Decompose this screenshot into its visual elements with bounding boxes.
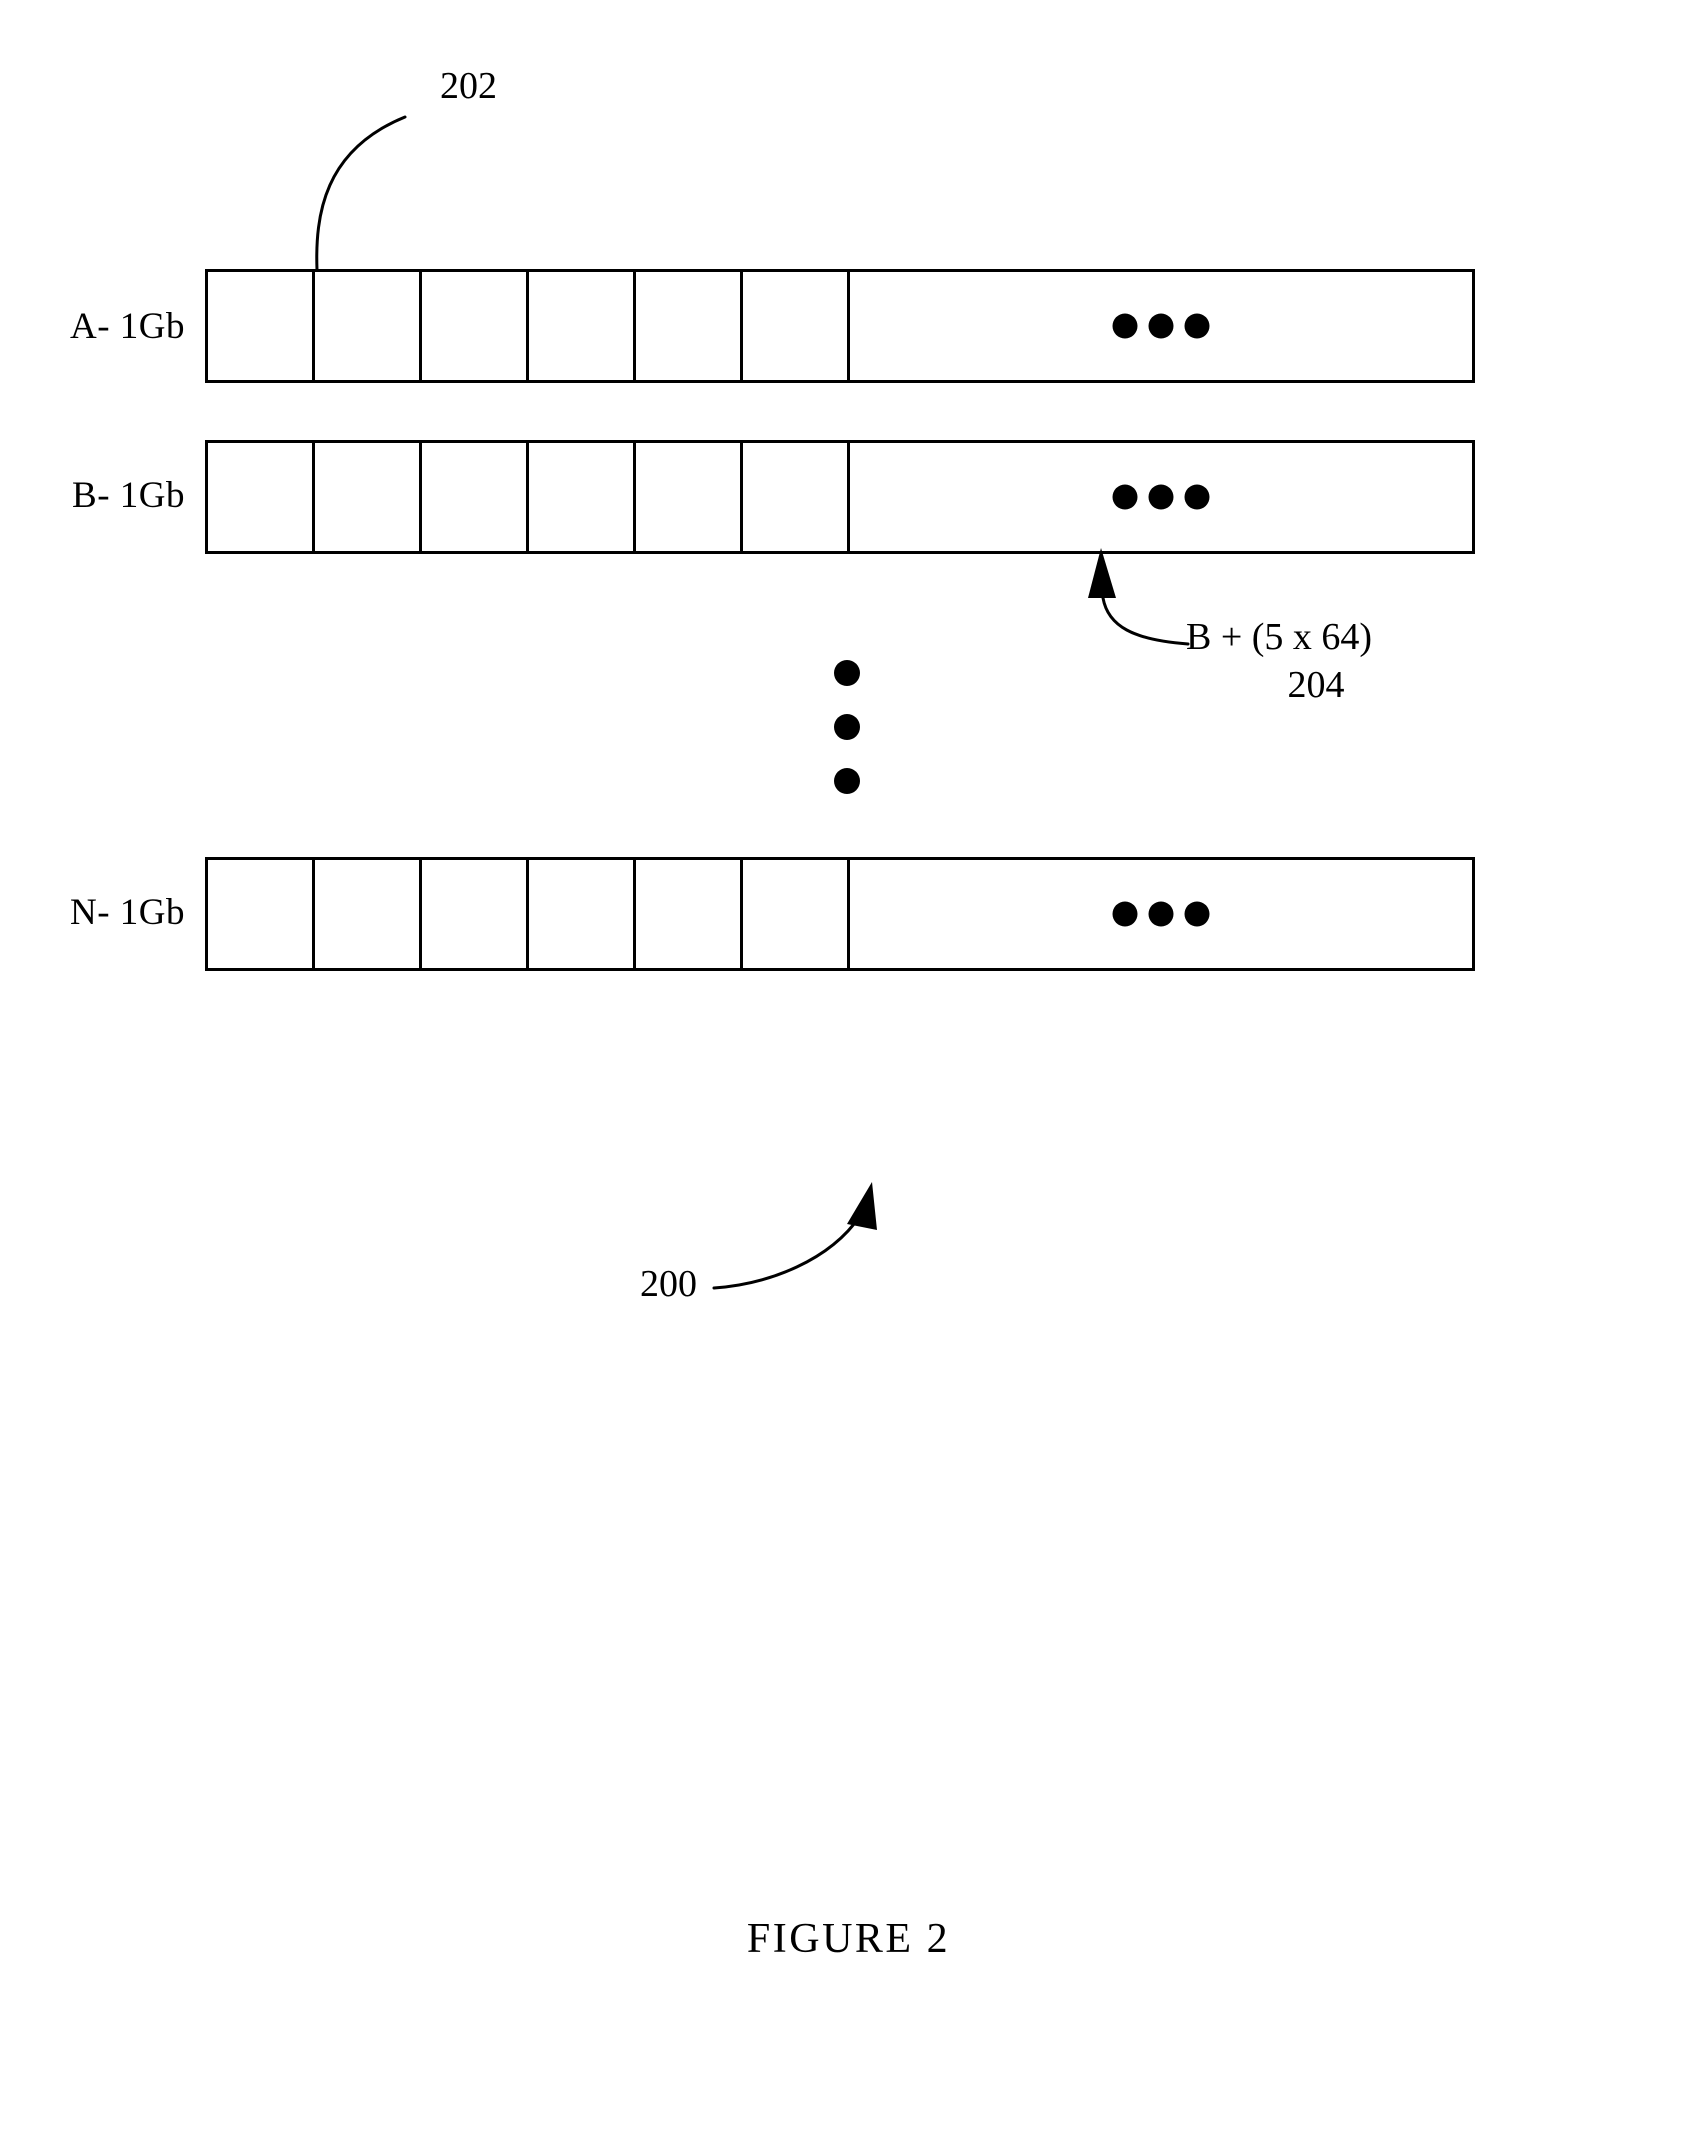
memory-cell — [743, 860, 850, 968]
horizontal-ellipsis-icon — [1112, 484, 1210, 510]
row-label-a: A- 1Gb — [69, 306, 185, 347]
memory-cell — [208, 443, 315, 551]
memory-bank-row-a — [205, 269, 1475, 383]
memory-cell — [315, 860, 422, 968]
memory-cell — [636, 860, 743, 968]
figure-caption: FIGURE 2 — [746, 1916, 951, 1962]
row-label-n: N- 1Gb — [69, 892, 185, 933]
patent-figure-page: A- 1Gb 202 B- 1Gb B + (5 x 64) 204 N- 1G… — [0, 0, 1697, 2152]
memory-cell — [636, 272, 743, 380]
memory-bank-row-b — [205, 440, 1475, 554]
callout-leader-202 — [315, 115, 407, 272]
memory-cell — [743, 272, 850, 380]
memory-cell — [529, 860, 636, 968]
memory-cell-ellipsis — [850, 443, 1472, 551]
memory-cell — [208, 860, 315, 968]
memory-cell — [422, 272, 529, 380]
memory-cell — [422, 443, 529, 551]
vertical-ellipsis-icon — [834, 660, 860, 794]
reference-numeral-204-text: B + (5 x 64) — [1186, 616, 1373, 658]
reference-numeral-204: 204 — [1287, 664, 1345, 706]
reference-numeral-200: 200 — [640, 1263, 697, 1305]
memory-bank-row-n — [205, 857, 1475, 971]
reference-numeral-202: 202 — [440, 65, 497, 107]
memory-cell — [208, 272, 315, 380]
memory-cell-ellipsis — [850, 272, 1472, 380]
horizontal-ellipsis-icon — [1112, 313, 1210, 339]
memory-cell — [529, 443, 636, 551]
callout-leader-200 — [712, 1182, 877, 1290]
memory-cell — [315, 443, 422, 551]
memory-cell-ellipsis — [850, 860, 1472, 968]
row-label-b: B- 1Gb — [72, 475, 185, 516]
memory-cell — [422, 860, 529, 968]
memory-cell-target — [743, 443, 850, 551]
horizontal-ellipsis-icon — [1112, 901, 1210, 927]
memory-cell — [529, 272, 636, 380]
memory-cell — [315, 272, 422, 380]
memory-cell — [636, 443, 743, 551]
